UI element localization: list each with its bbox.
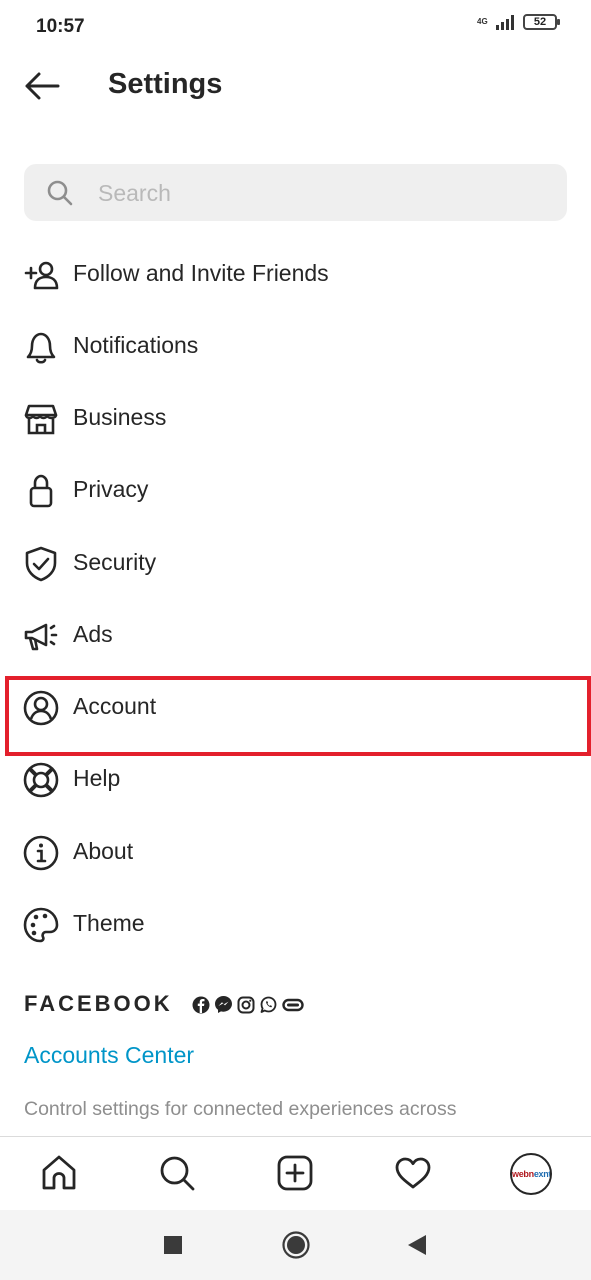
messenger-icon xyxy=(215,996,232,1013)
home-circle-icon xyxy=(282,1231,310,1259)
heart-icon xyxy=(395,1157,431,1189)
menu-item-label: Security xyxy=(73,549,157,575)
menu-item-follow-invite[interactable]: Follow and Invite Friends xyxy=(0,244,591,304)
lifebuoy-icon xyxy=(23,762,59,798)
accounts-center-link[interactable]: Accounts Center xyxy=(24,1042,194,1069)
android-system-nav xyxy=(0,1210,591,1280)
menu-item-notifications[interactable]: Notifications xyxy=(0,316,591,376)
menu-item-label: Business xyxy=(73,404,167,430)
menu-item-label: Theme xyxy=(73,910,145,936)
menu-item-account[interactable]: Account xyxy=(0,677,591,737)
add-person-icon xyxy=(24,261,59,290)
page-title: Settings xyxy=(108,68,223,100)
menu-item-about[interactable]: About xyxy=(0,822,591,882)
avatar-text-part: exnt xyxy=(533,1169,552,1179)
menu-item-label: Privacy xyxy=(73,476,149,502)
bottom-navigation-bar: webnexnt xyxy=(0,1136,591,1211)
recents-square-icon xyxy=(164,1236,182,1254)
facebook-icon xyxy=(192,996,210,1013)
menu-item-ads[interactable]: Ads xyxy=(0,605,591,665)
facebook-description: Control settings for connected experienc… xyxy=(24,1098,457,1120)
new-post-icon xyxy=(277,1155,313,1191)
system-home-button[interactable] xyxy=(279,1228,313,1262)
search-icon xyxy=(47,180,73,206)
nav-home-button[interactable] xyxy=(37,1151,81,1195)
info-icon xyxy=(23,835,59,871)
status-time: 10:57 xyxy=(36,16,85,37)
network-type: 4G xyxy=(477,17,488,26)
menu-item-theme[interactable]: Theme xyxy=(0,894,591,954)
facebook-app-icons xyxy=(192,995,304,1014)
back-button[interactable] xyxy=(22,68,62,104)
shield-check-icon xyxy=(25,546,57,582)
arrow-left-icon xyxy=(25,72,60,100)
nav-activity-button[interactable] xyxy=(391,1151,435,1195)
facebook-heading: FACEBOOK xyxy=(24,991,173,1016)
signal-icon xyxy=(496,15,514,30)
menu-item-label: Account xyxy=(73,693,157,719)
portal-icon xyxy=(282,998,304,1011)
battery-indicator: 52 xyxy=(523,14,560,30)
menu-item-label: About xyxy=(73,838,134,864)
bell-icon xyxy=(26,332,56,364)
lock-icon xyxy=(29,474,53,508)
header: Settings xyxy=(0,54,591,118)
menu-item-label: Help xyxy=(73,765,121,791)
nav-new-post-button[interactable] xyxy=(273,1151,317,1195)
instagram-icon xyxy=(237,996,255,1013)
nav-search-button[interactable] xyxy=(155,1151,199,1195)
menu-item-security[interactable]: Security xyxy=(0,533,591,593)
person-circle-icon xyxy=(23,690,59,726)
whatsapp-icon xyxy=(260,996,277,1013)
home-icon xyxy=(42,1155,76,1190)
avatar-text-part: webn xyxy=(512,1169,534,1179)
menu-item-help[interactable]: Help xyxy=(0,749,591,809)
status-indicators: 4G 52 xyxy=(477,14,560,30)
profile-avatar[interactable]: webnexnt xyxy=(510,1153,552,1195)
search-bar[interactable] xyxy=(24,164,567,221)
search-icon xyxy=(160,1156,195,1191)
system-back-button[interactable] xyxy=(400,1228,434,1262)
megaphone-icon xyxy=(24,623,58,651)
search-input[interactable] xyxy=(96,172,550,214)
menu-item-business[interactable]: Business xyxy=(0,388,591,448)
recents-button[interactable] xyxy=(156,1228,190,1262)
status-bar: 10:57 4G 52 xyxy=(0,0,591,54)
shop-icon xyxy=(24,404,58,435)
menu-item-label: Follow and Invite Friends xyxy=(73,260,329,286)
palette-icon xyxy=(23,907,59,943)
menu-item-privacy[interactable]: Privacy xyxy=(0,460,591,520)
menu-item-label: Notifications xyxy=(73,332,199,358)
menu-item-label: Ads xyxy=(73,621,113,647)
back-triangle-icon xyxy=(408,1235,426,1255)
